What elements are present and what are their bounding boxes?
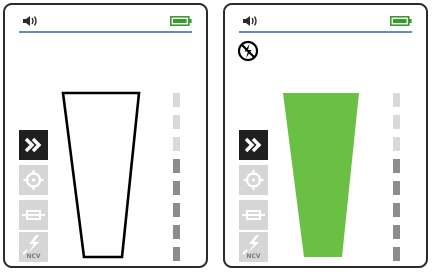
- no-high-voltage-icon: [237, 40, 259, 62]
- speaker-icon[interactable]: [22, 15, 40, 27]
- signal-mode-button[interactable]: [19, 130, 48, 160]
- ladder-segment: [393, 137, 400, 151]
- crosshair-icon: [243, 170, 264, 190]
- signal-mode-button[interactable]: [239, 130, 268, 160]
- header-divider: [19, 31, 192, 33]
- left-screen: NCV: [3, 3, 208, 268]
- ladder-segment: [173, 203, 180, 217]
- ladder-segment: [393, 181, 400, 195]
- ncv-mode-button[interactable]: NCV: [239, 232, 268, 262]
- ladder-segment: [173, 181, 180, 195]
- right-screen: NCV: [223, 3, 428, 268]
- ladder-segment: [393, 203, 400, 217]
- locate-mode-button[interactable]: [19, 165, 48, 195]
- fuse-icon: [22, 210, 45, 220]
- ncv-label: NCV: [246, 253, 261, 260]
- speaker-icon[interactable]: [242, 15, 260, 27]
- ncv-label: NCV: [26, 253, 41, 260]
- ladder-segment: [393, 115, 400, 129]
- ladder-segment: [393, 159, 400, 173]
- fuse-icon: [242, 210, 265, 220]
- double-chevron-right-icon: [244, 137, 262, 153]
- ladder-segment: [173, 93, 180, 107]
- battery-icon: [170, 16, 192, 26]
- fuse-mode-button[interactable]: [19, 200, 48, 230]
- header-divider: [239, 31, 412, 33]
- ladder-segment: [173, 225, 180, 239]
- signal-strength-meter: [61, 91, 141, 259]
- crosshair-icon: [23, 170, 44, 190]
- ladder-segment: [393, 93, 400, 107]
- ladder-segment: [173, 115, 180, 129]
- battery-icon: [390, 16, 412, 26]
- ladder-segment: [173, 247, 180, 261]
- signal-strength-meter: [283, 93, 359, 257]
- fuse-mode-button[interactable]: [239, 200, 268, 230]
- ncv-mode-button[interactable]: NCV: [19, 232, 48, 262]
- ladder-segment: [393, 225, 400, 239]
- level-ladder: [173, 93, 180, 261]
- locate-mode-button[interactable]: [239, 165, 268, 195]
- level-ladder: [393, 93, 400, 261]
- ladder-segment: [173, 137, 180, 151]
- ladder-segment: [393, 247, 400, 261]
- double-chevron-right-icon: [24, 137, 42, 153]
- ladder-segment: [173, 159, 180, 173]
